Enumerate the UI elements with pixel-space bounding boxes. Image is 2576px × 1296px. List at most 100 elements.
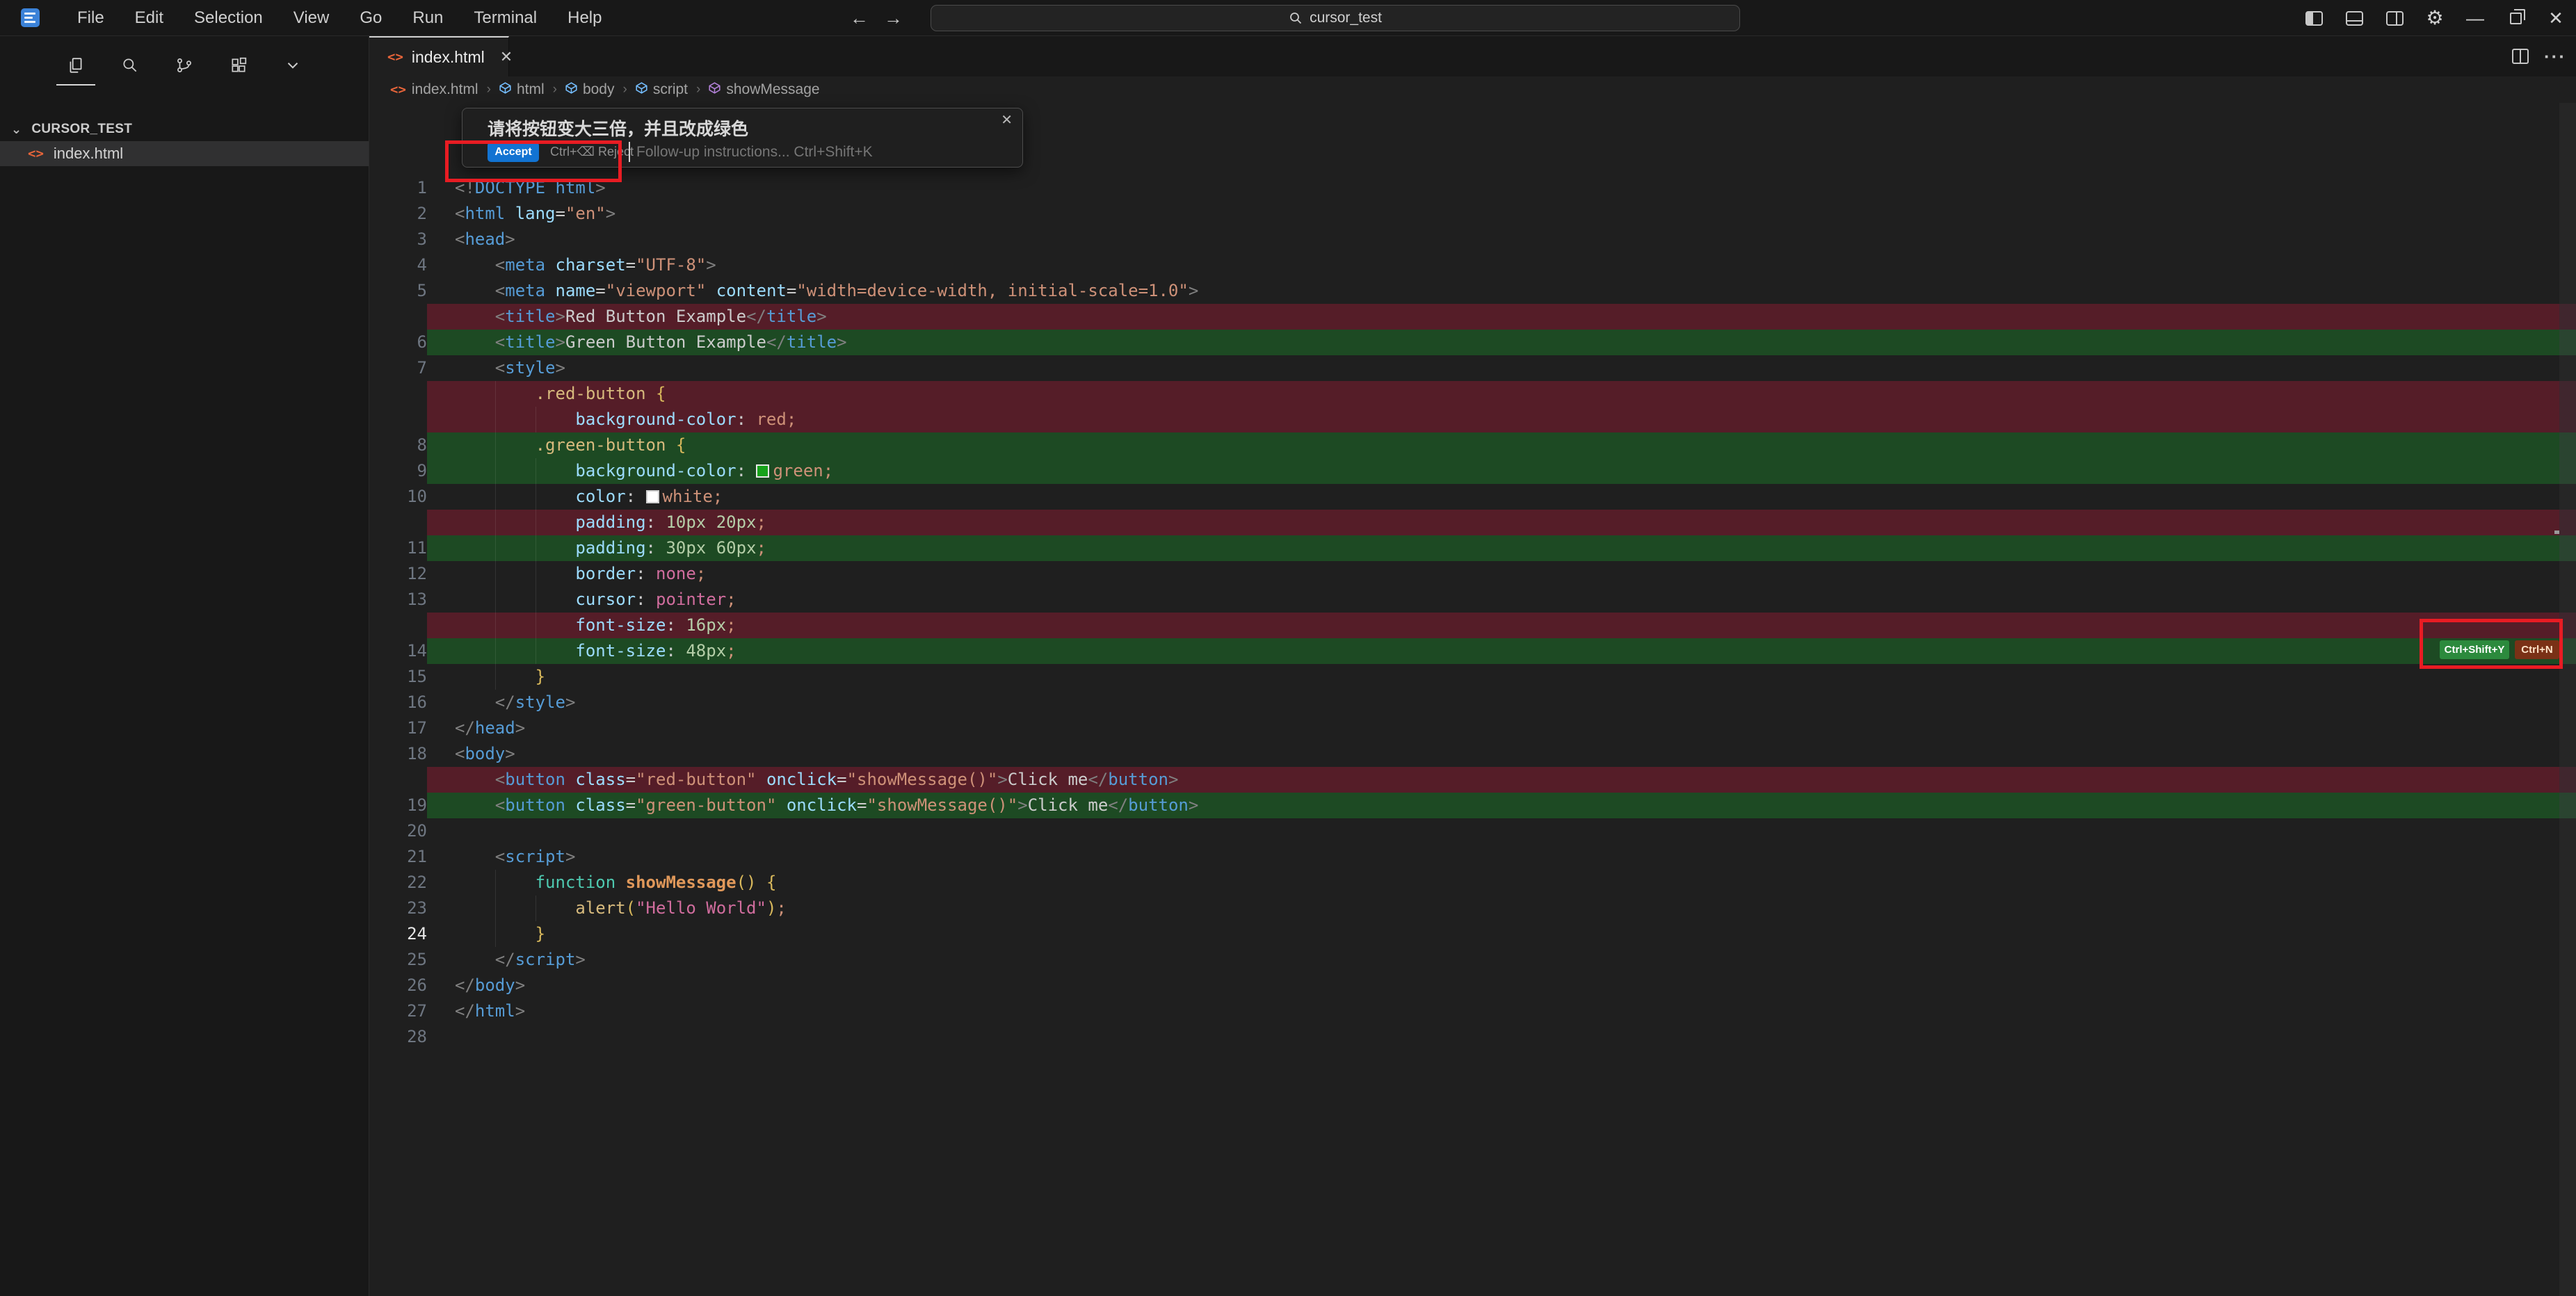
code-row[interactable]: 24 } — [369, 921, 2559, 947]
code-row[interactable]: font-size: 16px; — [369, 613, 2559, 638]
menu-edit[interactable]: Edit — [121, 6, 177, 31]
menu-go[interactable]: Go — [346, 6, 396, 31]
code-row[interactable]: 4 <meta charset="UTF-8"> — [369, 252, 2559, 278]
color-swatch-white[interactable] — [646, 490, 659, 503]
toggle-secondary-sidebar-icon[interactable] — [2374, 0, 2415, 36]
breadcrumb-item-html[interactable]: html — [499, 81, 545, 98]
ruler-removed-mark — [2559, 767, 2576, 793]
diff-added-line: font-size: 48px; — [427, 638, 2559, 664]
breadcrumb-item-index.html[interactable]: <>index.html — [390, 81, 478, 98]
editor-content[interactable]: 1<!DOCTYPE html>2<html lang="en">3<head>… — [369, 103, 2576, 1296]
file-name: index.html — [54, 145, 123, 163]
menu-help[interactable]: Help — [554, 6, 615, 31]
more-actions-icon[interactable]: ··· — [2544, 46, 2566, 67]
close-button[interactable]: ✕ — [2536, 0, 2576, 36]
code-row[interactable]: 23 alert("Hello World"); — [369, 896, 2559, 921]
indent-guide — [495, 432, 496, 458]
code-row[interactable]: 28 — [369, 1024, 2559, 1050]
code-row[interactable]: 19 <button class="green-button" onclick=… — [369, 793, 2559, 818]
code-row[interactable]: <button class="red-button" onclick="show… — [369, 767, 2559, 793]
code-row[interactable]: 17</head> — [369, 715, 2559, 741]
explorer-section-header[interactable]: ⌄ CURSOR_TEST — [0, 118, 369, 140]
editor-actions: ··· — [2512, 36, 2566, 76]
settings-gear-icon[interactable]: ⚙ — [2415, 0, 2455, 36]
indent-guide — [495, 664, 496, 690]
explorer-icon[interactable] — [61, 49, 91, 81]
code-row[interactable]: 2<html lang="en"> — [369, 201, 2559, 227]
code-row[interactable]: background-color: red; — [369, 407, 2559, 432]
nav-forward-icon[interactable]: → — [884, 8, 903, 29]
breadcrumb-label: html — [517, 81, 545, 98]
menu-terminal[interactable]: Terminal — [460, 6, 551, 31]
nav-back-icon[interactable]: ← — [850, 8, 869, 29]
code-row[interactable]: 18<body> — [369, 741, 2559, 767]
search-sidebar-icon[interactable] — [115, 49, 145, 81]
breadcrumb: <>index.html›html›body›script›showMessag… — [369, 76, 2576, 103]
code-icon: <> — [390, 82, 406, 97]
code-row[interactable]: <title>Red Button Example</title> — [369, 304, 2559, 330]
toggle-primary-sidebar-icon[interactable] — [2294, 0, 2334, 36]
code-line: color: white; — [427, 484, 2559, 510]
symbol-method-icon — [709, 81, 721, 98]
code-row[interactable]: 7 <style> — [369, 355, 2559, 381]
code-row[interactable]: 22 function showMessage() { — [369, 870, 2559, 896]
line-number: 9 — [369, 458, 427, 484]
code-row[interactable]: 26</body> — [369, 973, 2559, 998]
menu-run[interactable]: Run — [399, 6, 457, 31]
code-row[interactable]: .red-button { — [369, 381, 2559, 407]
text-cursor — [629, 142, 630, 162]
breadcrumb-item-showmessage[interactable]: showMessage — [709, 81, 819, 98]
tab-close-icon[interactable]: ✕ — [500, 48, 513, 66]
file-item-index-html[interactable]: <> index.html — [0, 141, 369, 166]
ruler-added-mark — [2559, 432, 2576, 458]
line-number: 19 — [369, 793, 427, 818]
code-row[interactable]: 27</html> — [369, 998, 2559, 1024]
extensions-icon[interactable] — [223, 49, 254, 81]
code-row[interactable]: 9 background-color: green; — [369, 458, 2559, 484]
followup-input[interactable]: Follow-up instructions... Ctrl+Shift+K — [636, 144, 873, 161]
code-row[interactable]: 20 — [369, 818, 2559, 844]
code-row[interactable]: 6 <title>Green Button Example</title> — [369, 330, 2559, 355]
code-row[interactable]: 14 font-size: 48px; — [369, 638, 2559, 664]
code-row[interactable]: 15 } — [369, 664, 2559, 690]
toggle-panel-icon[interactable] — [2334, 0, 2374, 36]
menu-selection[interactable]: Selection — [180, 6, 277, 31]
menu-view[interactable]: View — [280, 6, 344, 31]
line-number: 12 — [369, 561, 427, 587]
source-control-icon[interactable] — [169, 49, 200, 81]
code-row[interactable]: 12 border: none; — [369, 561, 2559, 587]
symbol-cube-icon — [565, 81, 577, 98]
tab-index-html[interactable]: <> index.html ✕ — [369, 36, 509, 76]
code-row[interactable]: 13 cursor: pointer; — [369, 587, 2559, 613]
code-row[interactable]: 10 color: white; — [369, 484, 2559, 510]
breadcrumb-item-body[interactable]: body — [565, 81, 615, 98]
split-editor-icon[interactable] — [2512, 49, 2529, 64]
indent-guide — [495, 587, 496, 613]
more-views-chevron-icon[interactable] — [277, 49, 308, 81]
breadcrumb-separator-icon: › — [696, 82, 700, 97]
code-row[interactable]: 16 </style> — [369, 690, 2559, 715]
code-row[interactable]: 1<!DOCTYPE html> — [369, 175, 2559, 201]
code-row[interactable]: 5 <meta name="viewport" content="width=d… — [369, 278, 2559, 304]
minimize-button[interactable]: — — [2455, 0, 2495, 36]
html-file-icon: <> — [387, 49, 403, 65]
diff-removed-line: .red-button { — [427, 381, 2559, 407]
restore-button[interactable] — [2495, 0, 2536, 36]
overview-ruler-scrollbar[interactable] — [2559, 103, 2576, 1296]
diff-added-line: padding: 30px 60px; — [427, 535, 2559, 561]
code-row[interactable]: 11 padding: 30px 60px; — [369, 535, 2559, 561]
breadcrumb-separator-icon: › — [623, 82, 627, 97]
command-center-search[interactable]: cursor_test — [931, 5, 1740, 31]
inline-chat-close-icon[interactable]: ✕ — [1001, 111, 1013, 129]
breadcrumb-item-script[interactable]: script — [636, 81, 688, 98]
search-value: cursor_test — [1310, 10, 1382, 26]
code-row[interactable]: 8 .green-button { — [369, 432, 2559, 458]
code-line: </head> — [427, 715, 2559, 741]
code-row[interactable]: padding: 10px 20px; — [369, 510, 2559, 535]
code-row[interactable]: 3<head> — [369, 227, 2559, 252]
html-file-icon: <> — [28, 146, 44, 161]
color-swatch-green[interactable] — [756, 464, 769, 478]
code-row[interactable]: 25 </script> — [369, 947, 2559, 973]
menu-file[interactable]: File — [63, 6, 118, 31]
code-row[interactable]: 21 <script> — [369, 844, 2559, 870]
